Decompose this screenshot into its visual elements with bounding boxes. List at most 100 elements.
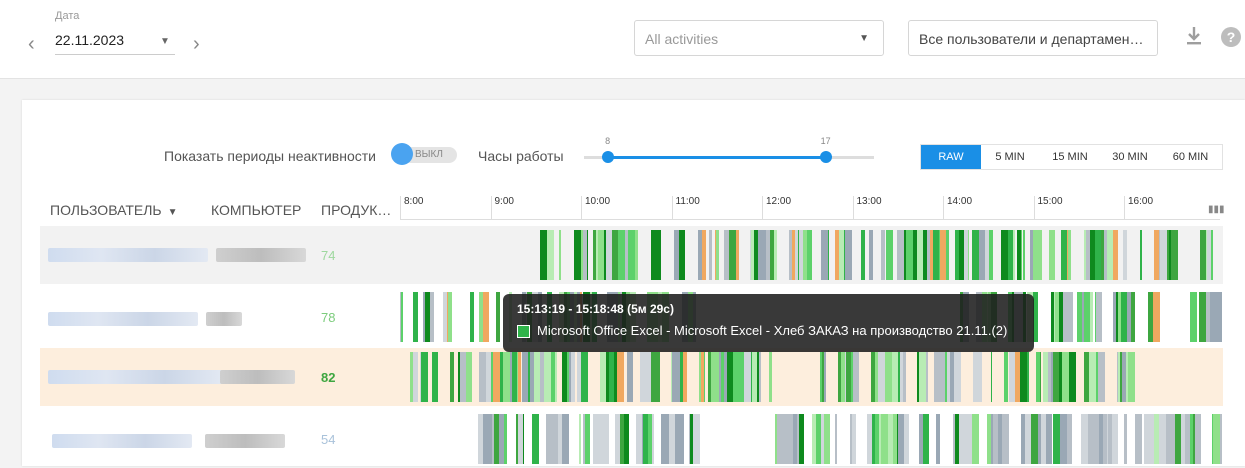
chevron-down-icon[interactable]: ▼ [160,36,170,47]
activity-segment[interactable] [853,352,859,402]
activity-segment[interactable] [991,352,992,402]
activity-segment[interactable] [1001,230,1008,280]
activity-segment[interactable] [1027,352,1029,402]
activity-segment[interactable] [1128,352,1135,402]
activity-segment[interactable] [704,352,705,402]
activity-segment[interactable] [702,230,706,280]
activity-segment[interactable] [769,352,772,402]
activity-segment[interactable] [799,414,804,464]
activity-segment[interactable] [1171,230,1178,280]
activity-segment[interactable] [1020,352,1027,402]
activity-segment[interactable] [1023,230,1025,280]
activity-segment[interactable] [1090,292,1093,342]
computer-column-header[interactable]: КОМПЬЮТЕР [211,202,301,218]
activity-timeline[interactable] [400,410,1223,468]
activity-segment[interactable] [1053,414,1060,464]
activity-segment[interactable] [496,292,500,342]
activity-segment[interactable] [401,292,403,342]
user-row[interactable]: 74 [40,226,1223,284]
activity-segment[interactable] [1211,230,1213,280]
activity-segment[interactable] [897,230,904,280]
activity-segment[interactable] [624,414,629,464]
activity-segment[interactable] [824,352,826,402]
activity-segment[interactable] [937,414,940,464]
activity-segment[interactable] [628,230,635,280]
activity-segment[interactable] [430,292,434,342]
timeline-zoom-icon[interactable]: ▮▮▮ [1208,204,1225,215]
activity-segment[interactable] [881,414,888,464]
activity-segment[interactable] [977,352,982,402]
activity-segment[interactable] [1124,414,1127,464]
activity-segment[interactable] [479,352,486,402]
activity-segment[interactable] [885,352,892,402]
activity-segment[interactable] [1199,292,1206,342]
activity-timeline[interactable] [400,226,1223,284]
activity-segment[interactable] [774,230,777,280]
activity-segment[interactable] [532,414,539,464]
activity-segment[interactable] [1066,292,1073,342]
activity-segment[interactable] [656,352,660,402]
activity-segment[interactable] [679,230,685,280]
toggle-knob[interactable] [391,143,413,165]
activity-segment[interactable] [1213,414,1220,464]
activity-segment[interactable] [903,352,906,402]
activity-segment[interactable] [1153,292,1160,342]
activity-segment[interactable] [906,230,913,280]
activity-segment[interactable] [828,230,829,280]
activity-segment[interactable] [709,230,712,280]
activity-segment[interactable] [989,230,993,280]
chevron-left-icon[interactable]: ‹ [28,34,35,54]
activity-segment[interactable] [1031,414,1038,464]
activity-segment[interactable] [1135,414,1142,464]
activity-segment[interactable] [884,230,885,280]
inactivity-toggle[interactable]: ВЫКЛ [391,143,457,165]
interval-60-min[interactable]: 60 MIN [1159,145,1222,169]
activity-segment[interactable] [607,414,609,464]
activity-segment[interactable] [972,414,979,464]
activity-segment[interactable] [413,352,418,402]
activity-segment[interactable] [432,352,438,402]
activity-segment[interactable] [1036,230,1042,280]
activity-segment[interactable] [1159,414,1166,464]
activity-segment[interactable] [729,230,736,280]
activity-segment[interactable] [544,352,551,402]
date-input[interactable]: 22.11.2023 [55,30,175,55]
activity-segment[interactable] [759,352,761,402]
activity-segment[interactable] [1013,230,1015,280]
activity-segment[interactable] [493,352,500,402]
activity-segment[interactable] [733,352,740,402]
activity-segment[interactable] [627,352,633,402]
activity-segment[interactable] [919,352,926,402]
activity-segment[interactable] [635,230,638,280]
activity-segment[interactable] [1096,292,1102,342]
activity-segment[interactable] [886,230,893,280]
activity-segment[interactable] [617,352,624,402]
activity-segment[interactable] [923,414,929,464]
activity-segment[interactable] [807,230,812,280]
activity-segment[interactable] [483,292,489,342]
activity-segment[interactable] [786,414,793,464]
activity-segment[interactable] [845,230,852,280]
activity-segment[interactable] [422,352,428,402]
activity-segment[interactable] [1040,352,1041,402]
activity-segment[interactable] [450,352,454,402]
activity-segment[interactable] [593,414,600,464]
activity-segment[interactable] [678,414,684,464]
activity-segment[interactable] [744,352,751,402]
activity-segment[interactable] [1195,414,1201,464]
activity-segment[interactable] [587,230,588,280]
activity-segment[interactable] [1062,352,1069,402]
activity-segment[interactable] [579,414,581,464]
activity-timeline[interactable] [400,348,1223,406]
interval-5-min[interactable]: 5 MIN [981,145,1039,169]
activity-segment[interactable] [559,230,561,280]
help-icon[interactable]: ? [1221,27,1241,47]
activity-segment[interactable] [852,414,856,464]
activity-segment[interactable] [1005,352,1008,402]
users-select[interactable]: Все пользователи и департамен… [908,20,1158,56]
activity-segment[interactable] [504,414,507,464]
activity-segment[interactable] [1089,352,1096,402]
activity-segment[interactable] [736,230,739,280]
activity-segment[interactable] [1069,352,1076,402]
download-icon[interactable] [1186,26,1202,46]
